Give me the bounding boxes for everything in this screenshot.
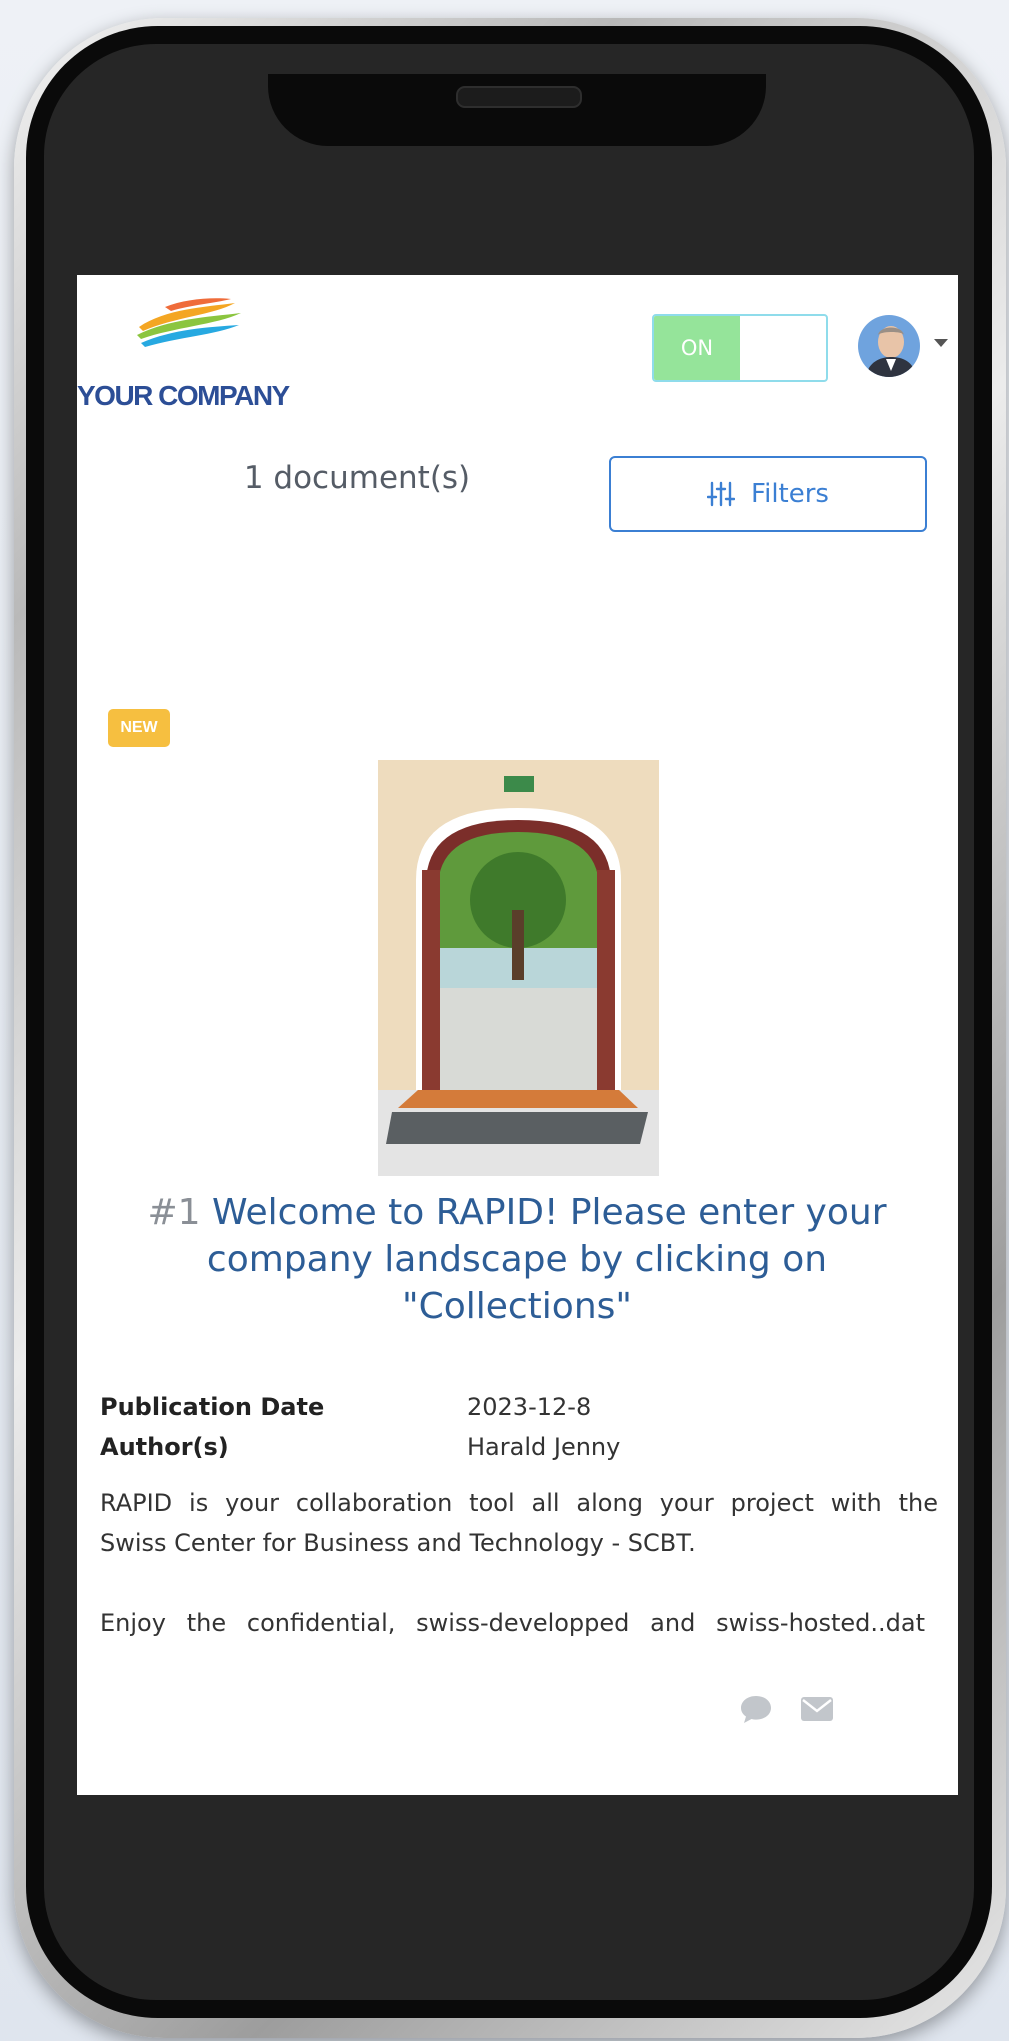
document-number: #1 — [147, 1192, 201, 1233]
document-count: 1 document(s) — [243, 460, 471, 496]
avatar-dropdown-icon[interactable] — [934, 339, 948, 347]
company-logo[interactable]: YOUR COMPANY — [77, 295, 297, 411]
meta-label-authors: Author(s) — [100, 1433, 229, 1461]
document-body-line: Enjoy the confidential, swiss-developped… — [100, 1609, 925, 1637]
avatar[interactable] — [858, 315, 920, 377]
document-image[interactable] — [378, 760, 659, 1176]
status-toggle[interactable]: ON — [652, 314, 828, 382]
document-body-line: Swiss Center for Business and Technology… — [100, 1529, 696, 1557]
toggle-on-label: ON — [654, 316, 740, 380]
meta-value-authors: Harald Jenny — [467, 1433, 621, 1461]
mail-icon[interactable] — [800, 1696, 834, 1722]
phone-speaker — [456, 86, 582, 108]
comment-icon[interactable] — [739, 1693, 773, 1725]
document-title-text[interactable]: Welcome to RAPID! Please enter your comp… — [207, 1192, 887, 1327]
new-badge: NEW — [108, 709, 170, 747]
logo-swoosh-icon — [137, 298, 241, 347]
meta-value-publication-date: 2023-12-8 — [467, 1393, 592, 1421]
door-photo-icon — [378, 760, 659, 1176]
filters-label: Filters — [751, 479, 829, 509]
document-body-line: RAPID is your collaboration tool all alo… — [100, 1489, 938, 1517]
phone-notch — [268, 74, 766, 146]
filters-button[interactable]: Filters — [609, 456, 927, 532]
app-screen: YOUR COMPANY ON 1 document(s) Filters NE… — [77, 275, 958, 1795]
logo-text: YOUR COMPANY — [77, 380, 290, 411]
user-avatar-icon — [858, 315, 920, 377]
meta-label-publication-date: Publication Date — [100, 1393, 325, 1421]
document-title[interactable]: #1 Welcome to RAPID! Please enter your c… — [117, 1189, 917, 1330]
sliders-icon — [707, 481, 736, 507]
